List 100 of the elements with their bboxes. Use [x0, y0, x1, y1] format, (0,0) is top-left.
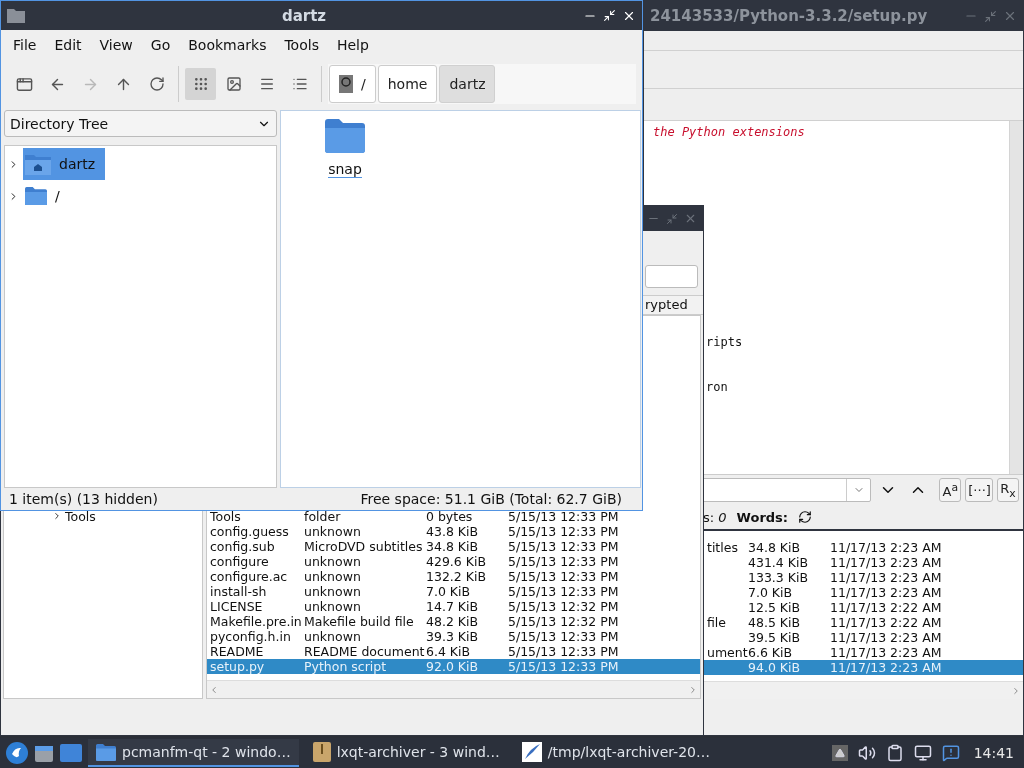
file-row[interactable]: configure.ac unknown 132.2 KiB 5/15/13 12:33 PM	[207, 569, 700, 584]
menu-item[interactable]: Go	[141, 37, 180, 53]
clipboard-icon[interactable]	[885, 744, 904, 762]
archive-icon	[312, 742, 331, 762]
file-row[interactable]: 133.3 KiB 11/17/13 2:23 AM	[704, 570, 1023, 585]
file-row[interactable]: README README document 6.4 KiB 5/15/13 12:33 PM	[207, 644, 700, 659]
modified-cell: 5/15/13 12:33 PM	[508, 539, 619, 554]
file-row[interactable]: install-sh unknown 7.0 KiB 5/15/13 12:33 PM	[207, 584, 700, 599]
size-cell: 39.5 KiB	[748, 630, 801, 645]
notification-icon[interactable]	[941, 744, 960, 762]
icon-view-icon[interactable]	[185, 68, 216, 100]
modified-cell: 11/17/13 2:22 AM	[830, 600, 942, 615]
modified-cell: 5/15/13 12:32 PM	[508, 614, 619, 629]
file-row[interactable]: 39.5 KiB 11/17/13 2:23 AM	[704, 630, 1023, 645]
file-name[interactable]: snap	[328, 161, 362, 178]
window-title: dartz	[280, 6, 328, 25]
file-row[interactable]: config.guess unknown 43.8 KiB 5/15/13 12:33 PM	[207, 524, 700, 539]
start-menu-icon[interactable]	[6, 742, 28, 764]
tree-item[interactable]: /	[23, 180, 70, 212]
size-cell: 429.6 KiB	[426, 554, 486, 569]
file-row[interactable]: LICENSE unknown 14.7 KiB 5/15/13 12:32 PM	[207, 599, 700, 614]
volume-icon[interactable]	[857, 744, 876, 762]
taskbar-button[interactable]: lxqt-archiver - 3 wind…	[304, 739, 508, 767]
file-row[interactable]: configure unknown 429.6 KiB 5/15/13 12:33 PM	[207, 554, 700, 569]
file-row[interactable]: pyconfig.h.in unknown 39.3 KiB 5/15/13 12:33 PM	[207, 629, 700, 644]
menu-item[interactable]: Help	[327, 37, 378, 53]
type-cell: ument	[707, 645, 748, 660]
search-option-button[interactable]: [···]	[965, 478, 993, 502]
search-option-button[interactable]: A$^{a}$	[939, 478, 962, 502]
home-folder-icon	[25, 153, 51, 175]
file-row[interactable]: 431.4 KiB 11/17/13 2:23 AM	[704, 555, 1023, 570]
file-row[interactable]: 12.5 KiB 11/17/13 2:22 AM	[704, 600, 1023, 615]
lines-label: s: 0	[703, 509, 727, 525]
size-cell: 0 bytes	[426, 509, 473, 524]
folder-icon	[325, 119, 365, 153]
taskbar-button[interactable]: /tmp/lxqt-archiver-20…	[513, 739, 718, 767]
menu-item[interactable]: Tools	[275, 37, 328, 53]
type-cell: README document	[304, 644, 425, 659]
file-row[interactable]: ument6.6 KiB 11/17/13 2:23 AM	[704, 645, 1023, 660]
modified-cell: 5/15/13 12:33 PM	[508, 524, 619, 539]
modified-cell: 11/17/13 2:23 AM	[830, 660, 942, 675]
size-cell: 48.5 KiB	[748, 615, 801, 630]
name-cell: Makefile.pre.in	[210, 614, 302, 629]
expand-icon	[52, 511, 62, 521]
search-field[interactable]	[645, 264, 698, 288]
column-header[interactable]: rypted	[643, 296, 703, 314]
name-cell: README	[210, 644, 264, 659]
modified-cell: 11/17/13 2:23 AM	[830, 540, 942, 555]
free-space-text: Free space: 51.1 GiB (Total: 62.7 GiB)	[360, 491, 622, 507]
tray-expand-icon[interactable]	[831, 745, 848, 761]
path-button[interactable]: /	[329, 65, 376, 103]
path-button[interactable]: dartz	[439, 65, 496, 103]
status-text: 1 item(s) (13 hidden)	[9, 491, 158, 507]
file-row[interactable]: Tools folder 0 bytes 5/15/13 12:33 PM	[207, 509, 700, 524]
file-row[interactable]: config.sub MicroDVD subtitles 34.8 KiB 5/15/13 12:33 PM	[207, 539, 700, 554]
modified-cell: 5/15/13 12:33 PM	[508, 629, 619, 644]
size-cell: 39.3 KiB	[426, 629, 479, 644]
side-pane-dropdown[interactable]: Directory Tree	[4, 110, 277, 137]
scrollbar[interactable]	[704, 681, 1023, 699]
file-row[interactable]: 7.0 KiB 11/17/13 2:23 AM	[704, 585, 1023, 600]
name-cell: config.sub	[210, 539, 275, 554]
scrollbar[interactable]	[1009, 121, 1023, 474]
size-cell: 431.4 KiB	[748, 555, 808, 570]
clock[interactable]: 14:41	[969, 745, 1018, 761]
modified-cell: 11/17/13 2:23 AM	[830, 630, 942, 645]
type-cell: unknown	[304, 569, 361, 584]
size-cell: 92.0 KiB	[426, 659, 479, 674]
name-cell: config.guess	[210, 524, 289, 539]
taskbar-button[interactable]: pcmanfm-qt - 2 windo…	[88, 739, 299, 767]
menu-item[interactable]: Edit	[45, 37, 91, 53]
size-cell: 6.4 KiB	[426, 644, 471, 659]
size-cell: 14.7 KiB	[426, 599, 479, 614]
tree-item[interactable]: Tools	[65, 508, 96, 524]
network-icon[interactable]	[913, 744, 932, 762]
file-cabinet-icon[interactable]	[34, 743, 54, 763]
drive-icon	[339, 75, 353, 93]
name-cell: pyconfig.h.in	[210, 629, 291, 644]
file-row[interactable]: titles 34.8 KiB 11/17/13 2:23 AM	[704, 540, 1023, 555]
refresh-icon[interactable]	[798, 510, 813, 524]
name-cell: setup.py	[210, 659, 265, 674]
size-cell: 43.8 KiB	[426, 524, 479, 539]
restore-icon[interactable]	[603, 8, 616, 23]
modified-cell: 11/17/13 2:23 AM	[830, 645, 942, 660]
menu-item[interactable]: File	[4, 37, 46, 53]
file-row[interactable]: Makefile.pre.in Makefile build file 48.2 KiB 5/15/13 12:32 PM	[207, 614, 700, 629]
menu-item[interactable]: Bookmarks	[179, 37, 276, 53]
name-cell: configure	[210, 554, 269, 569]
type-cell: file	[707, 615, 727, 630]
search-option-button[interactable]: R$_{x}$	[997, 478, 1019, 502]
size-cell: 132.2 KiB	[426, 569, 486, 584]
size-cell: 133.3 KiB	[748, 570, 808, 585]
menu-item[interactable]: View	[90, 37, 142, 53]
name-cell: LICENSE	[210, 599, 263, 614]
path-button[interactable]: home	[377, 65, 438, 103]
modified-cell: 11/17/13 2:22 AM	[830, 615, 942, 630]
modified-cell: 5/15/13 12:33 PM	[508, 644, 619, 659]
file-row[interactable]: file 48.5 KiB 11/17/13 2:22 AM	[704, 615, 1023, 630]
size-cell: 7.0 KiB	[426, 584, 471, 599]
tree-item[interactable]: dartz	[23, 148, 106, 180]
modified-cell: 11/17/13 2:23 AM	[830, 555, 942, 570]
